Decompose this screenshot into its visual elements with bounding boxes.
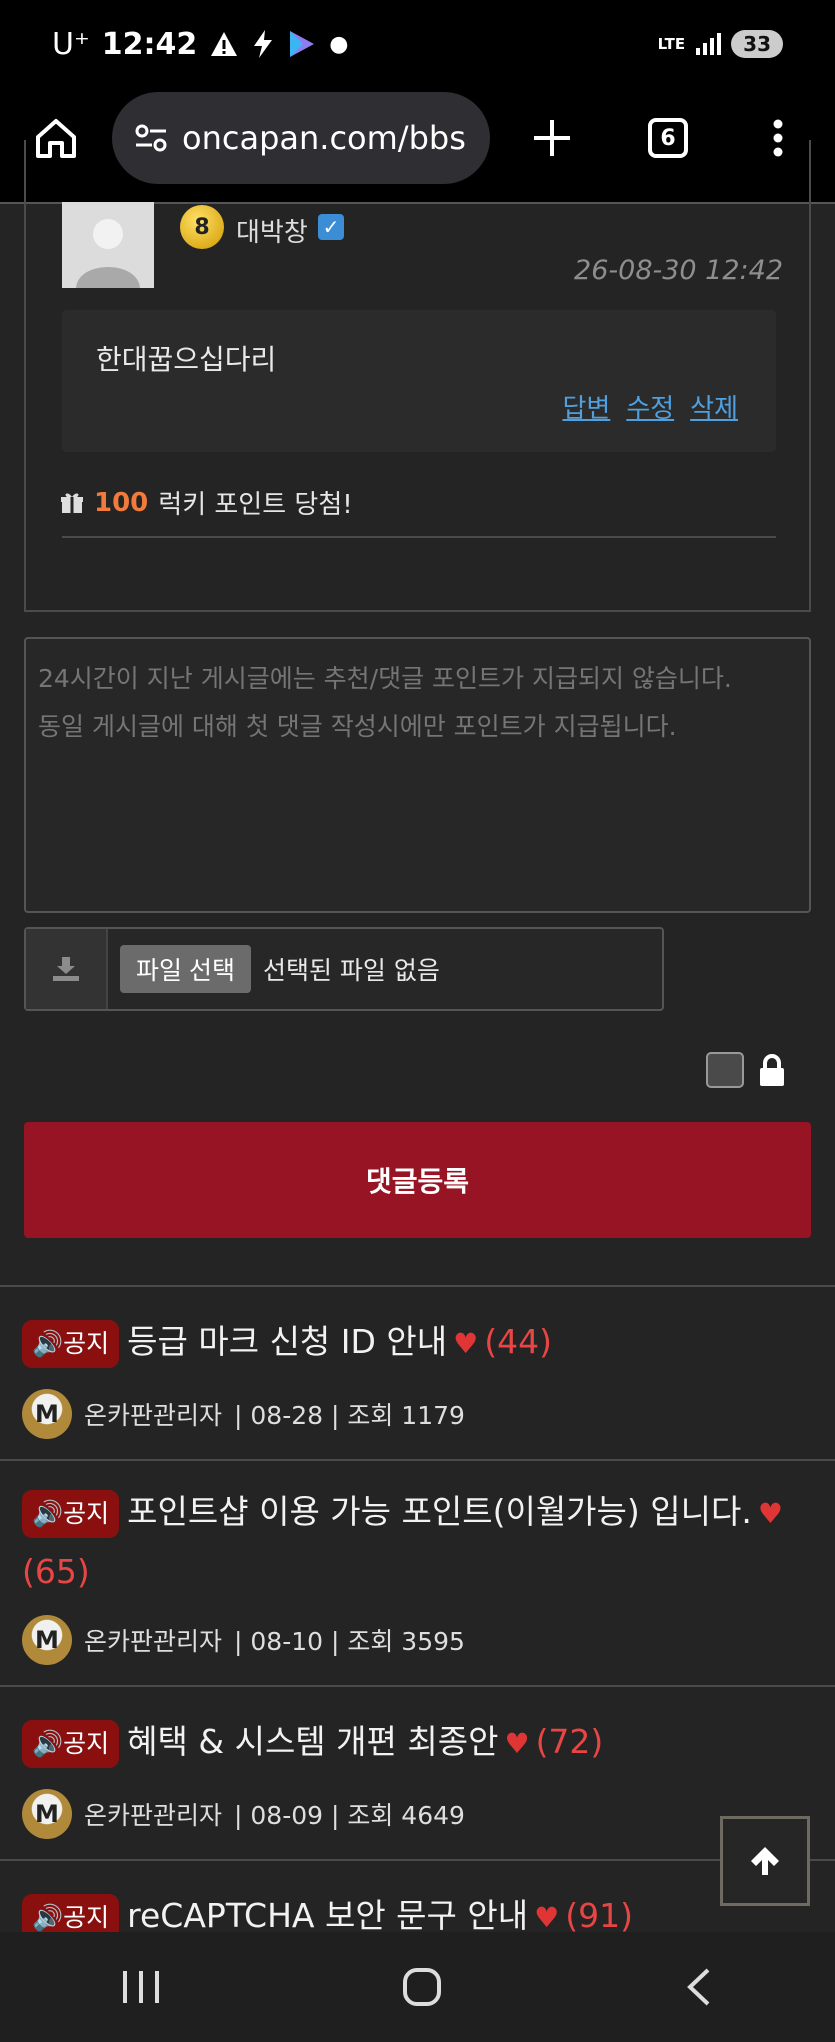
notification-dot-icon: ● — [329, 31, 349, 57]
lucky-points: 100 — [94, 487, 149, 518]
notice-title: reCAPTCHA 보안 문구 안내 — [127, 1896, 529, 1935]
signal-icon — [696, 33, 722, 55]
gift-icon — [61, 493, 83, 513]
delete-link[interactable]: 삭제 — [690, 388, 738, 425]
arrow-up-icon — [751, 1847, 779, 1875]
level-badge: 8 — [180, 205, 224, 249]
default-avatar-icon — [62, 202, 154, 288]
comment-text: 한대꿉으십다리 — [96, 343, 277, 376]
screen: { "status_bar": { "carrier": "U⁺", "time… — [0, 0, 835, 2042]
reply-link[interactable]: 답변 — [562, 388, 610, 425]
secret-option — [706, 1052, 786, 1088]
notice-meta: M 온카판관리자 | 08-28 | 조회 1179 — [22, 1389, 465, 1439]
heart-icon: ♥ — [453, 1327, 479, 1360]
play-store-icon — [290, 31, 315, 57]
heart-icon: ♥ — [534, 1901, 560, 1934]
comment-body: 한대꿉으십다리 답변 수정 삭제 — [62, 310, 776, 452]
network-type: LTE — [657, 35, 686, 53]
comment-card: 8 대박창 ✓ 26-08-30 12:42 한대꿉으십다리 답변 수정 삭제 … — [24, 140, 811, 612]
notice-badge-label: 공지 — [63, 1728, 110, 1758]
notice-author: 온카판관리자 — [84, 1627, 223, 1656]
bolt-icon — [254, 30, 273, 58]
admin-badge-icon: M — [22, 1789, 72, 1839]
carrier-label: U⁺ — [52, 26, 90, 62]
notice-title-row: 🔊공지 포인트샵 이용 가능 포인트(이월가능) 입니다. ♥ (65) — [22, 1483, 822, 1601]
speaker-icon: 🔊 — [32, 1728, 64, 1758]
scroll-top-button[interactable] — [720, 1816, 810, 1906]
notice-badge: 🔊공지 — [22, 1489, 120, 1538]
warning-icon — [211, 32, 238, 56]
choose-file-button[interactable]: 파일 선택 — [120, 945, 251, 993]
clock: 12:42 — [101, 26, 198, 62]
lock-icon — [760, 1054, 784, 1086]
like-count: (65) — [22, 1552, 90, 1591]
back-icon[interactable] — [684, 1967, 714, 2007]
edit-link[interactable]: 수정 — [626, 388, 674, 425]
lucky-text: 럭키 포인트 당첨! — [158, 490, 353, 520]
notice-badge: 🔊공지 — [22, 1319, 120, 1368]
speaker-icon: 🔊 — [32, 1498, 64, 1528]
list-item[interactable]: 🔊공지 혜택 & 시스템 개편 최종안 ♥ (72) M 온카판관리자 | 08-09… — [0, 1687, 835, 1861]
comment-date: 26-08-30 12:42 — [574, 255, 783, 286]
speaker-icon: 🔊 — [32, 1328, 64, 1358]
submit-comment-button[interactable]: 댓글등록 — [24, 1122, 811, 1238]
heart-icon: ♥ — [757, 1497, 783, 1530]
divider — [62, 536, 776, 538]
recent-apps-icon[interactable] — [121, 1969, 161, 2005]
secret-checkbox[interactable] — [706, 1052, 744, 1088]
status-bar: U⁺ 12:42 ● LTE 33 — [0, 0, 835, 88]
notice-list: 🔊공지 등급 마크 신청 ID 안내 ♥ (44) M 온카판관리자 | 08-28 … — [0, 1285, 835, 2001]
notice-meta: M 온카판관리자 | 08-10 | 조회 3595 — [22, 1615, 465, 1665]
like-count: (44) — [484, 1322, 552, 1361]
lucky-point-notice: 100 럭키 포인트 당첨! — [60, 484, 353, 521]
battery-level: 33 — [731, 30, 783, 58]
notice-author: 온카판관리자 — [84, 1801, 223, 1830]
notice-badge-label: 공지 — [63, 1902, 110, 1932]
notice-title-row: 🔊공지 혜택 & 시스템 개편 최종안 ♥ (72) — [22, 1713, 603, 1773]
list-item[interactable]: 🔊공지 포인트샵 이용 가능 포인트(이월가능) 입니다. ♥ (65) M 온카판관… — [0, 1461, 835, 1687]
notice-title: 혜택 & 시스템 개편 최종안 — [127, 1722, 499, 1761]
file-attach-field: 파일 선택 선택된 파일 없음 — [24, 927, 664, 1011]
like-count: (72) — [535, 1722, 604, 1761]
verified-check-icon: ✓ — [318, 214, 344, 240]
comment-actions: 답변 수정 삭제 — [562, 388, 738, 425]
heart-icon: ♥ — [504, 1727, 530, 1760]
download-icon — [53, 957, 79, 981]
comment-input[interactable] — [24, 637, 811, 913]
file-status: 선택된 파일 없음 — [262, 956, 440, 985]
author-nickname[interactable]: 대박창 — [236, 212, 308, 249]
notice-info: | 08-28 | 조회 1179 — [234, 1401, 465, 1430]
notice-title: 등급 마크 신청 ID 안내 — [127, 1322, 448, 1361]
notice-title: 포인트샵 이용 가능 포인트(이월가능) 입니다. — [127, 1492, 752, 1531]
avatar — [62, 202, 154, 288]
notice-info: | 08-09 | 조회 4649 — [234, 1801, 465, 1830]
file-icon-cell — [26, 929, 108, 1009]
home-nav-icon[interactable] — [402, 1967, 442, 2007]
like-count: (91) — [565, 1896, 633, 1935]
system-nav-bar — [0, 1932, 835, 2042]
admin-badge-icon: M — [22, 1615, 72, 1665]
notice-badge-label: 공지 — [63, 1498, 110, 1528]
speaker-icon: 🔊 — [32, 1902, 64, 1932]
notice-info: | 08-10 | 조회 3595 — [234, 1627, 465, 1656]
notice-title-row: 🔊공지 등급 마크 신청 ID 안내 ♥ (44) — [22, 1313, 552, 1373]
admin-badge-icon: M — [22, 1389, 72, 1439]
notice-badge: 🔊공지 — [22, 1719, 120, 1768]
list-item[interactable]: 🔊공지 등급 마크 신청 ID 안내 ♥ (44) M 온카판관리자 | 08-28 … — [0, 1287, 835, 1461]
notice-badge-label: 공지 — [63, 1328, 110, 1358]
notice-meta: M 온카판관리자 | 08-09 | 조회 4649 — [22, 1789, 465, 1839]
notice-author: 온카판관리자 — [84, 1401, 223, 1430]
